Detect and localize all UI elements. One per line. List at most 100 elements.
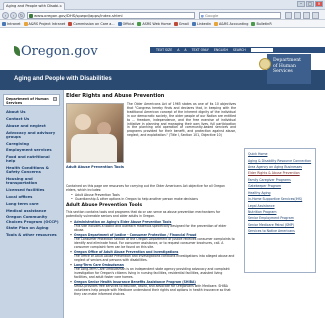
nav-item-local-offices[interactable]: Local offices	[3, 194, 60, 201]
nav-item-licensed[interactable]: Licensed facilities	[3, 187, 60, 194]
window-controls: – □ ×	[297, 1, 323, 7]
google-icon: g	[201, 12, 204, 18]
bookmark-item[interactable]: Official	[117, 21, 134, 26]
contents-link[interactable]: Guardianship & other options in Oregon t…	[71, 197, 236, 202]
search-placeholder: Google	[205, 12, 219, 18]
list-item: Administration on Aging's Elder Abuse Pr…	[70, 220, 236, 233]
bookmark-item[interactable]: Commission on Care a...	[68, 21, 115, 26]
program-link[interactable]: Services to Native Americans	[248, 229, 312, 235]
web-page: Oregon.gov TEXT SIZE A A TEXT ONLY ENGLI…	[0, 28, 325, 318]
browser-tab-bar: Aging and People with Disabi... × – □ ×	[0, 0, 325, 10]
site-icon	[29, 13, 33, 18]
text-size-small-button[interactable]: A	[177, 47, 179, 53]
nav-item-food[interactable]: Food and nutritional help	[3, 154, 60, 165]
list-item: Long-Term Care OmbudsmanThe Long-Term Ca…	[70, 263, 236, 280]
url-input[interactable]: www.oregon.gov/DHS/spwpd/apps/index.shtm…	[27, 11, 195, 19]
site-search-input[interactable]	[250, 48, 273, 52]
nav-item-medical[interactable]: Medical assistance	[3, 207, 60, 214]
home-icon[interactable]	[285, 11, 292, 19]
address-bar-row: ‹ › ↻ www.oregon.gov/DHS/spwpd/apps/inde…	[0, 10, 325, 20]
photo-caption-link[interactable]: Adult Abuse Prevention Tools	[66, 165, 124, 169]
nav-item-tools[interactable]: Tools & other resources	[3, 232, 60, 239]
program-links-box: Quick Home Aging & Disability Resource C…	[244, 148, 316, 273]
nav-item-abuse-neglect[interactable]: Abuse and neglect	[3, 123, 60, 130]
minimize-icon[interactable]: –	[297, 1, 305, 7]
contents-paragraph: Contained on this page are resources for…	[66, 184, 236, 202]
oregon-leaf-icon	[14, 46, 20, 56]
bookmark-icon	[137, 21, 142, 26]
nav-item-health[interactable]: Health Conditions & Safety Concerns	[3, 165, 60, 176]
intro-text: The Older Americans Act of 1965 states a…	[127, 102, 236, 138]
list-item: Oregon Department of Justice - Consumer …	[70, 233, 236, 250]
logo-text: Oregon.gov	[21, 44, 98, 59]
program-links: Quick Home Aging & Disability Resource C…	[248, 152, 312, 235]
search-input[interactable]: g Google	[199, 11, 281, 19]
nav-item-advocacy[interactable]: Advocacy and advisory groups	[3, 129, 60, 140]
close-tab-icon[interactable]: ×	[59, 4, 62, 8]
bookmark-item[interactable]: BulletinR	[251, 21, 272, 26]
tools-icon[interactable]	[303, 11, 310, 19]
bookmark-icon	[68, 21, 73, 26]
nav-item-employment[interactable]: Employment services	[3, 147, 60, 154]
nav-item-state-plan[interactable]: State Plan on Aging	[3, 225, 60, 232]
department-dropdown[interactable]: Department of Human Services	[3, 94, 60, 106]
text-size-large-button[interactable]: A	[184, 47, 186, 53]
bookmark-item[interactable]: ASRS Web Home	[137, 21, 171, 26]
browser-tab[interactable]: Aging and People with Disabi... ×	[3, 2, 65, 10]
search-label: SEARCH	[232, 48, 246, 52]
maximize-icon[interactable]: □	[306, 1, 314, 7]
text-size-label: TEXT SIZE	[156, 48, 173, 52]
close-window-icon[interactable]: ×	[315, 1, 323, 7]
tab-title: Aging and People with Disabi...	[6, 4, 62, 8]
section-title: Adult Abuse Prevention Tools	[66, 203, 143, 208]
forward-icon[interactable]: ›	[10, 11, 17, 19]
contents-list: Adult Abuse Prevention Tools Guardianshi…	[66, 193, 236, 202]
bookmark-icon	[213, 21, 218, 26]
banner-title: Aging and People with Disabilities	[14, 76, 112, 82]
list-item: Oregon Office of Adult Abuse Prevention …	[70, 250, 236, 263]
elders-photo	[66, 103, 124, 163]
nav-item-long-term-care[interactable]: Long term care	[3, 201, 60, 208]
chevron-down-icon[interactable]	[53, 97, 57, 101]
bookmark-icon	[173, 21, 178, 26]
bookmarks-bar: Intranet A&RS Project Intranet Commissio…	[0, 20, 325, 28]
reload-icon[interactable]: ↻	[18, 11, 25, 19]
english-link[interactable]: ENGLISH	[214, 47, 228, 53]
bookmark-icon	[23, 21, 28, 26]
dhs-logo[interactable]: Department of Human Services	[259, 54, 311, 84]
bookmark-item[interactable]: Gmail	[173, 21, 189, 26]
site-header: Oregon.gov TEXT SIZE A A TEXT ONLY ENGLI…	[0, 28, 325, 90]
bookmark-item[interactable]: Intranet	[2, 21, 21, 26]
bookmark-star-icon[interactable]	[294, 11, 301, 19]
tools-list: Administration on Aging's Elder Abuse Pr…	[66, 220, 236, 297]
url-text: www.oregon.gov/DHS/spwpd/apps/index.shtm…	[34, 12, 123, 18]
back-icon[interactable]: ‹	[2, 11, 9, 19]
bookmark-icon	[251, 21, 256, 26]
bookmark-item[interactable]: Linkedin	[191, 21, 211, 26]
bookmark-item[interactable]: A&RS Project Intranet	[23, 21, 65, 26]
left-navigation: Department of Human Services About Us Co…	[0, 90, 64, 318]
bookmark-icon	[117, 21, 122, 26]
section-intro: This section contains tools and programs…	[66, 210, 221, 218]
text-only-link[interactable]: TEXT ONLY	[192, 47, 209, 53]
list-item: Oregon Senior Health Insurance Benefits …	[70, 280, 236, 297]
photo-person-1	[75, 114, 91, 130]
nav-list: About Us Contact Us Abuse and neglect Ad…	[0, 109, 63, 239]
state-seal-icon	[259, 58, 271, 70]
bookmark-icon	[2, 21, 6, 26]
oregon-gov-logo[interactable]: Oregon.gov	[14, 44, 98, 59]
bookmark-item[interactable]: A&RS Accounting	[213, 21, 248, 26]
nav-item-housing[interactable]: Housing and transportation	[3, 176, 60, 187]
nav-item-contact-us[interactable]: Contact Us	[3, 116, 60, 123]
bookmark-icon	[191, 21, 196, 26]
page-title: Elder Rights and Abuse Prevention	[66, 93, 165, 99]
top-utility-nav: TEXT SIZE A A TEXT ONLY ENGLISH SEARCH	[150, 47, 325, 53]
intro-block: Adult Abuse Prevention Tools The Older A…	[66, 102, 236, 179]
nav-item-about-us[interactable]: About Us	[3, 109, 60, 116]
main-content: Elder Rights and Abuse Prevention Adult …	[66, 93, 236, 318]
menu-icon[interactable]	[312, 11, 319, 19]
nav-item-caregiving[interactable]: Caregiving	[3, 140, 60, 147]
photo-table	[71, 134, 117, 162]
tools-section: This section contains tools and programs…	[66, 210, 236, 298]
nav-item-occp[interactable]: Oregon Community Choices Program (OCCP)	[3, 214, 60, 225]
